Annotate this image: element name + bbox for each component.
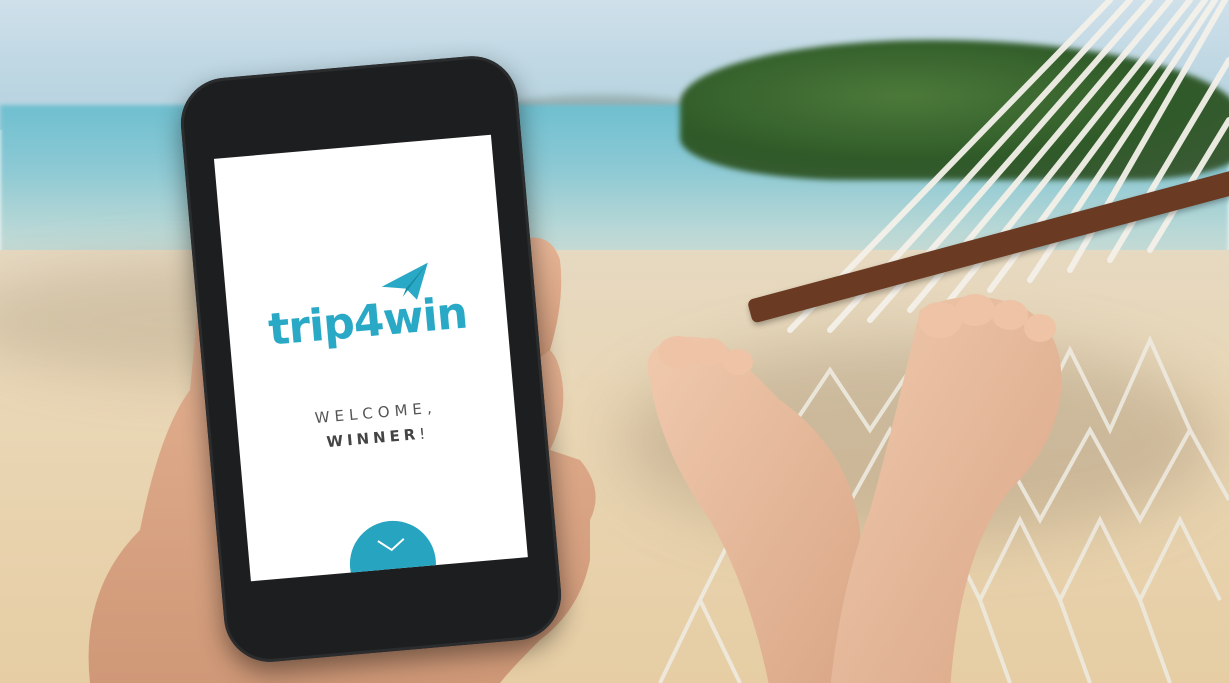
winner-word: WINNER: [325, 425, 421, 452]
beach-photo: trip4win WELCOME, WINNER!: [0, 0, 1229, 683]
brand-logo: trip4win: [227, 284, 508, 359]
winner-exclamation: !: [418, 424, 430, 444]
brand-name: trip4win: [266, 287, 470, 356]
crossed-feet: [647, 294, 1062, 683]
phone-screen: trip4win WELCOME, WINNER!: [213, 134, 528, 582]
enter-button[interactable]: [346, 517, 440, 582]
smartphone: trip4win WELCOME, WINNER!: [177, 52, 565, 666]
chevron-down-icon: [377, 538, 405, 552]
